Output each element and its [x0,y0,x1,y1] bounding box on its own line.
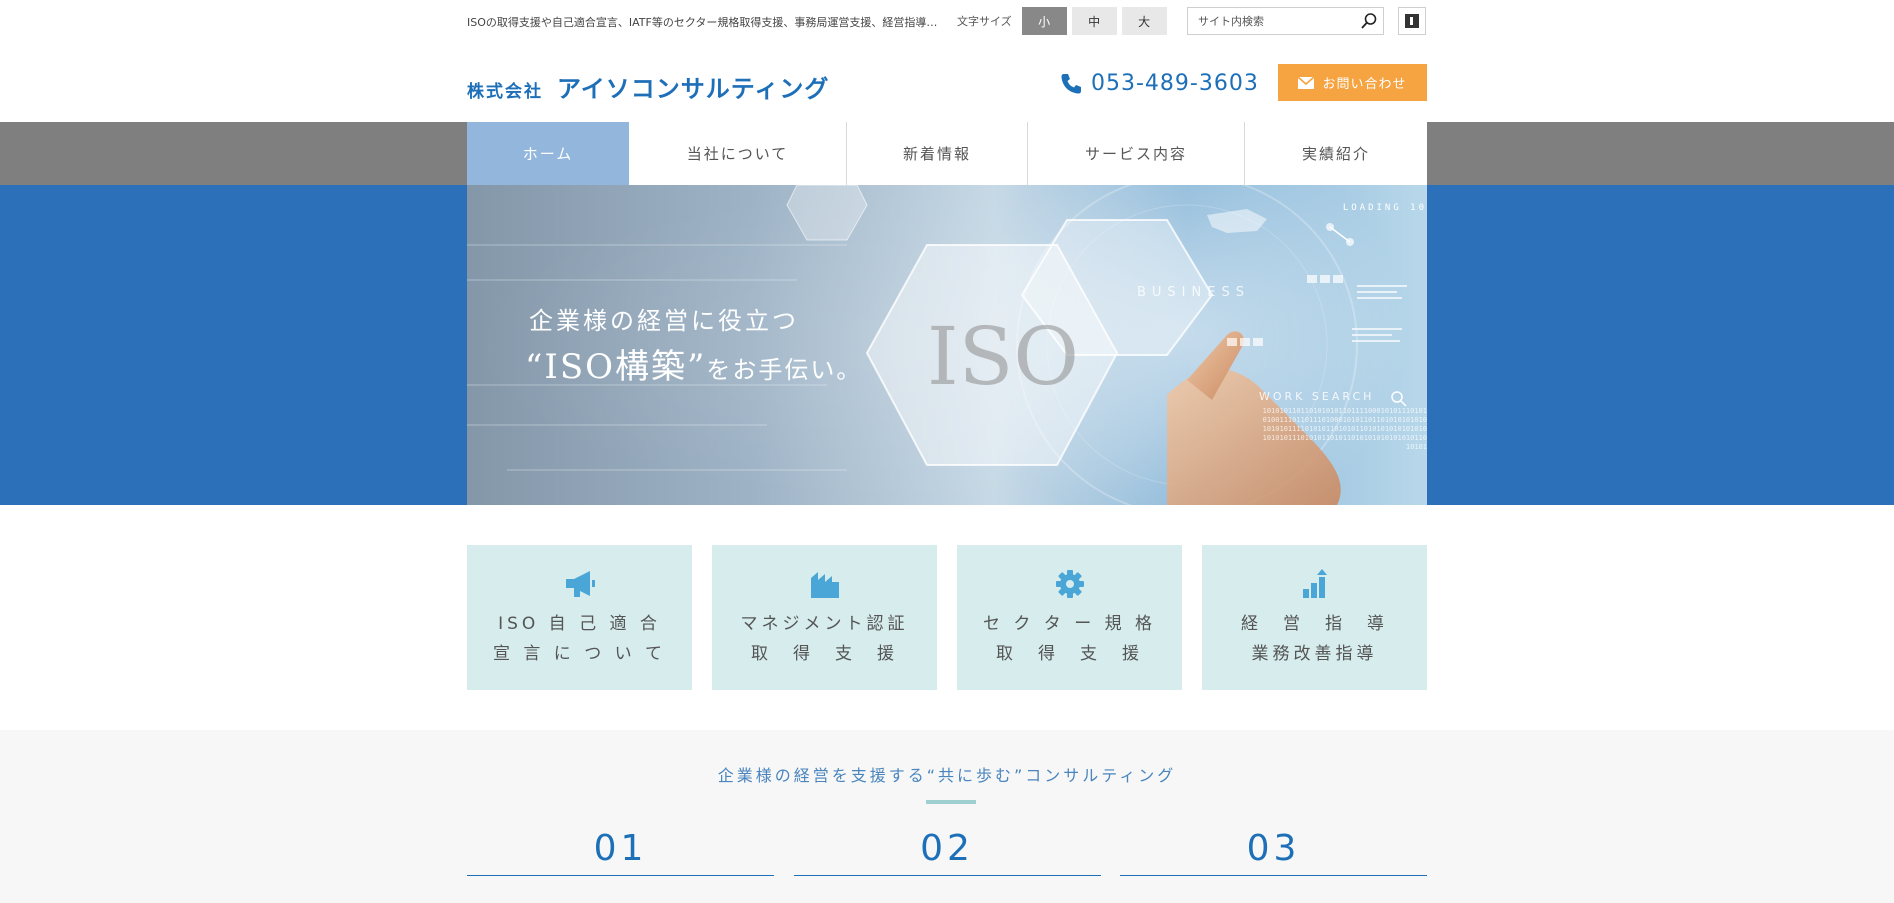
hero-tagline-line2: “ISO構築”をお手伝い。 [525,339,862,388]
site-search [1187,7,1384,35]
service-card-line2: 宣 言 に つ い て [492,644,667,664]
nav-item-home[interactable]: ホーム [467,122,629,185]
nav-item-about[interactable]: 当社について [629,122,847,185]
rss-icon [1405,14,1419,28]
service-card-line2: 取 得 支 援 [996,644,1143,664]
phone-text: 053-489-3603 [1091,71,1259,96]
feature-number-03: 03 [1120,828,1427,876]
hero-loading-text: LOADING 10 [1342,203,1427,213]
global-nav: ホーム 当社について 新着情報 サービス内容 実績紹介 [467,122,1427,185]
feature-number-01: 01 [467,828,774,876]
service-card-business-guidance[interactable]: 経 営 指 導 業務改善指導 [1202,545,1427,690]
service-card-sector-standard[interactable]: セ ク タ ー 規 格 取 得 支 援 [957,545,1182,690]
service-card-management-certification[interactable]: マネジメント認証 取 得 支 援 [712,545,937,690]
search-button[interactable] [1355,8,1383,34]
company-name: アイソコンサルティング [557,75,830,103]
hero-work-search-text: WORK SEARCH [1259,390,1375,403]
section-title-underline [926,800,976,804]
service-links: ISO 自 己 適 合 宣 言 に つ い て マネジメント認証 取 得 支 援 [467,545,1427,690]
company-prefix: 株式会社 [467,82,543,102]
gear-icon [1055,570,1084,598]
phone-number[interactable]: 053-489-3603 [1059,71,1259,96]
mail-icon [1298,76,1315,89]
section-title: 企業様の経営を支援する“共に歩む”コンサルティング [717,766,1177,785]
hero-business-text: BUSINESS [1137,285,1250,300]
service-card-line1: ISO 自 己 適 合 [498,614,661,634]
service-card-line2: 取 得 支 援 [751,644,898,664]
contact-label: お問い合わせ [1322,77,1407,92]
phone-icon [1061,73,1081,93]
search-input[interactable] [1188,8,1355,34]
site-logo[interactable]: 株式会社 アイソコンサルティング [467,69,829,104]
font-size-medium-button[interactable]: 中 [1071,7,1117,35]
hero-tagline-line1: 企業様の経営に役立つ [529,307,799,335]
service-card-line1: マネジメント認証 [740,614,909,634]
hero-iso-mark: ISO [927,310,1079,403]
nav-item-works[interactable]: 実績紹介 [1245,122,1427,185]
font-size-large-button[interactable]: 大 [1121,7,1167,35]
font-size-small-button[interactable]: 小 [1021,7,1067,35]
hero-banner: ISO LOADING 10 BUSINESS WORK SEARCH 1010… [467,185,1427,505]
service-card-line1: 経 営 指 導 [1241,614,1388,634]
rss-button[interactable] [1398,7,1426,35]
nav-item-services[interactable]: サービス内容 [1028,122,1245,185]
site-description: ISOの取得支援や自己適合宣言、IATF等のセクター規格取得支援、事務局運営支援… [467,16,947,29]
font-size-switcher: 文字サイズ 小 中 大 [957,7,1172,35]
hero-binary-text: 1010101101101010101101111000101011101010… [1262,407,1427,451]
nav-item-news[interactable]: 新着情報 [847,122,1028,185]
feature-numbers: 01 02 03 [467,828,1427,876]
chart-up-icon [1302,569,1327,598]
contact-button[interactable]: お問い合わせ [1278,64,1427,101]
factory-icon [810,572,839,598]
hero-band: ISO LOADING 10 BUSINESS WORK SEARCH 1010… [0,185,1894,505]
font-size-label: 文字サイズ [957,15,1012,28]
service-card-line1: セ ク タ ー 規 格 [982,614,1157,634]
feature-number-02: 02 [793,828,1101,876]
service-card-line2: 業務改善指導 [1251,644,1378,664]
hero-tagline-main: “ISO構築” [525,347,707,387]
hero-tagline-sub: をお手伝い。 [706,356,863,384]
megaphone-icon [565,571,595,597]
service-card-iso-self-declaration[interactable]: ISO 自 己 適 合 宣 言 に つ い て [467,545,692,690]
features-section: 企業様の経営を支援する“共に歩む”コンサルティング 01 02 03 [0,730,1894,903]
search-icon [1361,13,1377,29]
